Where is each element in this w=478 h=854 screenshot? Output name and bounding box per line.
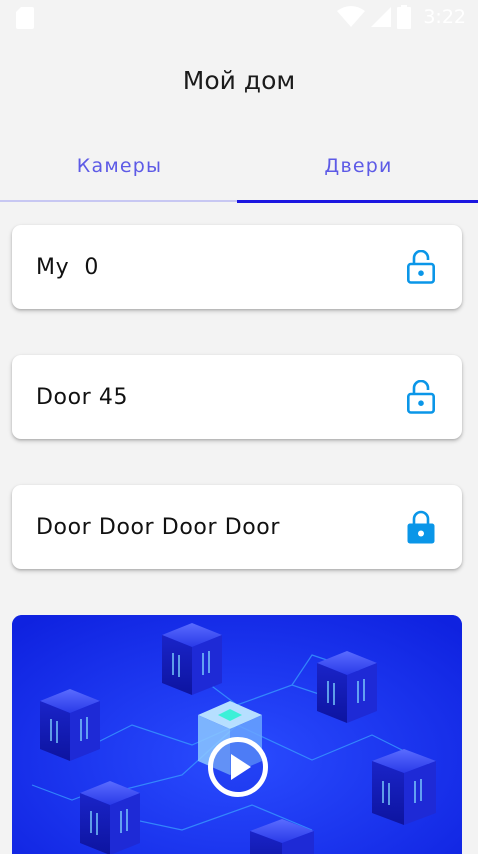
status-time: 3:22 (423, 6, 466, 28)
status-bar: 3:22 (0, 0, 478, 34)
play-button[interactable] (207, 736, 269, 798)
signal-icon (371, 7, 392, 27)
battery-icon (397, 5, 412, 29)
video-banner[interactable] (12, 615, 462, 854)
door-name: Door 45 (36, 384, 129, 410)
door-card[interactable]: My 0 (12, 225, 462, 309)
door-name: My 0 (36, 254, 99, 280)
tab-bar: Камеры Двери (0, 130, 478, 203)
page-title: Мой дом (182, 66, 296, 95)
server-cube (317, 651, 377, 723)
server-cube (162, 623, 222, 695)
door-card[interactable]: Door 45 (12, 355, 462, 439)
sd-card-icon (16, 7, 34, 29)
wifi-icon (337, 6, 366, 27)
network-illustration (12, 615, 462, 854)
tab-doors[interactable]: Двери (239, 130, 478, 202)
server-cube (80, 781, 140, 854)
server-cube (40, 689, 100, 761)
play-icon (208, 737, 268, 797)
unlocked-lock-icon[interactable] (406, 250, 436, 284)
tab-indicator (237, 200, 478, 203)
unlocked-lock-icon[interactable] (406, 380, 436, 414)
door-card[interactable]: Door Door Door Door (12, 485, 462, 569)
tab-cameras[interactable]: Камеры (0, 130, 239, 202)
locked-lock-icon[interactable] (406, 510, 436, 544)
door-name: Door Door Door Door (36, 514, 281, 540)
server-cube (372, 749, 436, 825)
